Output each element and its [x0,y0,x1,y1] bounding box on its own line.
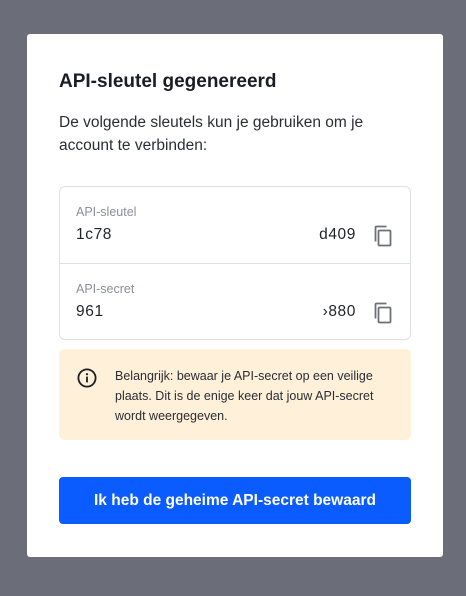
api-secret-label: API-secret [76,282,135,296]
confirm-saved-button[interactable]: Ik heb de geheime API-secret bewaard [59,477,411,524]
api-key-value-start: 1c78 [76,226,113,243]
keys-box: API-sleutel 1c78 d409 API-secret 961 ›88… [59,186,411,340]
api-secret-value-end: ›880 [322,303,356,320]
notice-text: Belangrijk: bewaar je API-secret op een … [115,369,374,423]
info-icon [77,368,97,388]
important-notice: Belangrijk: bewaar je API-secret op een … [59,349,411,440]
key-row-api-secret: API-secret 961 ›880 [60,263,410,339]
modal-intro-text: De volgende sleutels kun je gebruiken om… [59,114,364,154]
api-key-value[interactable]: 1c78 d409 [76,225,356,245]
copy-icon[interactable] [372,301,394,325]
api-secret-value-start: 961 [76,303,104,320]
key-row-api-key: API-sleutel 1c78 d409 [60,187,410,263]
api-key-value-end: d409 [319,226,356,243]
modal-title: API-sleutel gegenereerd [59,71,277,92]
api-key-label: API-sleutel [76,205,137,219]
copy-icon[interactable] [372,224,394,248]
api-key-modal: API-sleutel gegenereerd De volgende sleu… [27,34,443,557]
api-secret-value[interactable]: 961 ›880 [76,302,356,322]
